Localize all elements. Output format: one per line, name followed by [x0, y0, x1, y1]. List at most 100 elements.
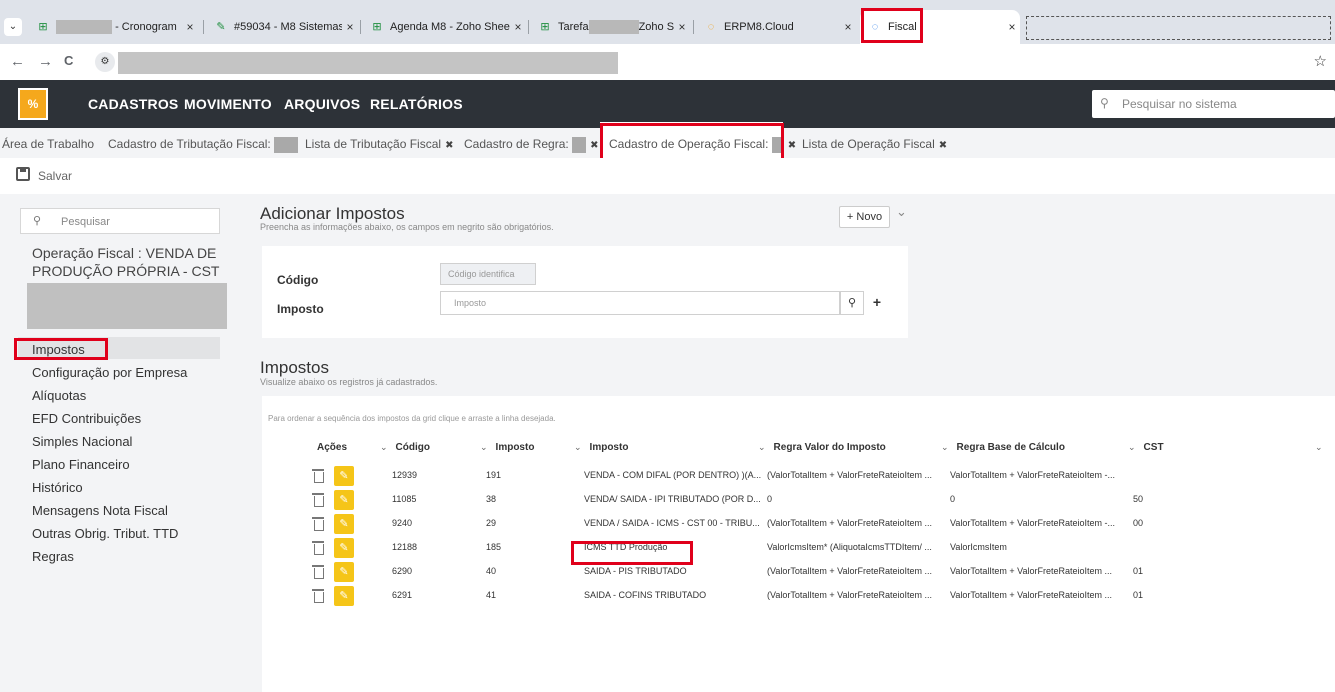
close-icon[interactable]: ×	[840, 20, 856, 34]
grid-hint: Para ordenar a sequência dos impostos da…	[268, 414, 556, 423]
tab-cadastro-tributacao[interactable]: Cadastro de Tributação Fiscal:	[108, 137, 299, 153]
col-more[interactable]: ⌄	[1315, 442, 1331, 453]
forward-icon[interactable]: →	[38, 53, 53, 70]
system-search-input[interactable]: ⚲ Pesquisar no sistema	[1092, 90, 1335, 118]
col-regra-valor[interactable]: ⌄ Regra Valor do Imposto	[758, 442, 886, 453]
browser-tab-m8-sistemas[interactable]: ✎ #59034 - M8 Sistemas ×	[206, 14, 358, 40]
table-row[interactable]: ✎ 6290 40 SAIDA - PIS TRIBUTADO (ValorTo…	[290, 561, 1333, 583]
bookmark-star-icon[interactable]: ☆	[1314, 52, 1327, 70]
app-logo[interactable]: %	[18, 88, 48, 120]
sidebar-item-simples[interactable]: Simples Nacional	[32, 434, 132, 449]
sheet-icon: ⊞	[38, 21, 48, 33]
tab-lista-tributacao[interactable]: Lista de Tributação Fiscal ✖	[305, 137, 453, 151]
chevron-down-icon: ⌄	[758, 442, 766, 452]
col-acoes: Ações	[317, 442, 348, 453]
sidebar-item-aliquotas[interactable]: Alíquotas	[32, 388, 86, 403]
table-row[interactable]: ✎ 12939 191 VENDA - COM DIFAL (POR DENTR…	[290, 465, 1333, 487]
novo-button[interactable]: + Novo	[839, 206, 890, 228]
imposto-input[interactable]: Imposto	[440, 291, 840, 315]
browser-tab-erpm8[interactable]: ◌ ERPM8.Cloud ×	[696, 14, 856, 40]
sidebar-item-impostos[interactable]: Impostos	[32, 342, 85, 357]
browser-tab-agenda[interactable]: ⊞ Agenda M8 - Zoho Sheet ×	[362, 14, 526, 40]
close-icon[interactable]: ×	[674, 20, 690, 34]
reload-icon[interactable]: C	[64, 53, 73, 68]
browser-tab-cronograma[interactable]: ⊞ - Cronogram ×	[28, 14, 198, 40]
browser-tab-fiscal[interactable]: ◌ Fiscal ×	[860, 10, 1020, 44]
table-row[interactable]: ✎ 11085 38 VENDA/ SAIDA - IPI TRIBUTADO …	[290, 489, 1333, 511]
back-icon[interactable]: ←	[10, 53, 25, 70]
close-icon[interactable]: ×	[182, 20, 198, 34]
url-field[interactable]	[118, 52, 618, 74]
table-row[interactable]: ✎ 12188 185 ICMS TTD Produção ValorIcmsI…	[290, 537, 1333, 559]
col-regra-base[interactable]: ⌄ Regra Base de Cálculo	[941, 442, 1065, 453]
browser-tabstrip: ⌄ ⊞ - Cronogram × ✎ #59034 - M8 Sistemas…	[0, 6, 1335, 44]
close-icon[interactable]: ✖	[590, 140, 598, 151]
redacted-block	[27, 283, 227, 329]
chevron-down-icon: ⌄	[1128, 442, 1136, 452]
close-icon[interactable]: ×	[342, 20, 358, 34]
close-icon[interactable]: ×	[510, 20, 526, 34]
sidebar-item-historico[interactable]: Histórico	[32, 480, 83, 495]
sidebar-item-regras[interactable]: Regras	[32, 549, 74, 564]
chevron-down-icon[interactable]: ⌄	[896, 204, 907, 220]
search-icon: ⚲	[1100, 96, 1109, 110]
tab-cadastro-operacao-fiscal[interactable]: Cadastro de Operação Fiscal: ✖	[609, 137, 796, 153]
edit-button[interactable]: ✎	[334, 562, 354, 582]
operation-title: Operação Fiscal : VENDA DE PRODUÇÃO PRÓP…	[32, 245, 220, 279]
codigo-label: Código	[277, 273, 319, 287]
edit-icon: ✎	[216, 21, 226, 33]
edit-button[interactable]: ✎	[334, 538, 354, 558]
close-icon[interactable]: ✖	[445, 140, 453, 151]
add-button[interactable]: +	[866, 291, 888, 315]
tab-cadastro-regra[interactable]: Cadastro de Regra: ✖	[464, 137, 598, 153]
trash-icon[interactable]	[312, 516, 324, 531]
chevron-down-icon: ⌄	[480, 442, 488, 452]
menu-arquivos[interactable]: ARQUIVOS	[284, 96, 360, 112]
edit-button[interactable]: ✎	[334, 586, 354, 606]
edit-button[interactable]: ✎	[334, 466, 354, 486]
form-subtitle: Preencha as informações abaixo, os campo…	[260, 222, 554, 232]
col-codigo[interactable]: ⌄ Código	[380, 442, 430, 453]
close-icon[interactable]: ×	[1004, 20, 1020, 34]
close-icon[interactable]: ✖	[939, 140, 947, 151]
table-row[interactable]: ✎ 9240 29 VENDA / SAIDA - ICMS - CST 00 …	[290, 513, 1333, 535]
site-info-icon[interactable]: ⚙	[95, 52, 115, 72]
codigo-input[interactable]: Código identifica	[440, 263, 536, 285]
chevron-down-icon: ⌄	[1315, 442, 1323, 452]
search-button[interactable]: ⚲	[840, 291, 864, 315]
trash-icon[interactable]	[312, 540, 324, 555]
col-cst[interactable]: ⌄ CST	[1128, 442, 1164, 453]
table-row[interactable]: ✎ 6291 41 SAIDA - COFINS TRIBUTADO (Valo…	[290, 585, 1333, 607]
edit-button[interactable]: ✎	[334, 514, 354, 534]
tab-area-de-trabalho[interactable]: Área de Trabalho	[2, 137, 94, 151]
add-tax-form: Código Código identifica Imposto Imposto…	[262, 246, 908, 338]
sidebar-item-outras-obrig[interactable]: Outras Obrig. Tribut. TTD	[32, 526, 178, 541]
col-imposto-id[interactable]: ⌄ Imposto	[480, 442, 534, 453]
browser-tab-tarefa[interactable]: ⊞ TarefaZoho Sh ×	[530, 14, 690, 40]
sidebar-item-configuracao[interactable]: Configuração por Empresa	[32, 365, 187, 380]
sheet-icon: ⊞	[372, 21, 382, 33]
menu-cadastros[interactable]: CADASTROS	[88, 96, 178, 112]
grid-subtitle: Visualize abaixo os registros já cadastr…	[260, 377, 438, 387]
save-icon[interactable]	[16, 167, 30, 181]
address-bar: ← → C ⚙ ☆	[0, 44, 1335, 80]
close-icon[interactable]: ✖	[788, 140, 796, 151]
save-button[interactable]: Salvar	[38, 169, 72, 183]
edit-button[interactable]: ✎	[334, 490, 354, 510]
trash-icon[interactable]	[312, 564, 324, 579]
sidebar-item-mensagens[interactable]: Mensagens Nota Fiscal	[32, 503, 168, 518]
chevron-down-icon: ⌄	[380, 442, 388, 452]
col-imposto[interactable]: ⌄ Imposto	[574, 442, 628, 453]
tab-search-icon[interactable]: ⌄	[4, 18, 22, 36]
tab-lista-operacao-fiscal[interactable]: Lista de Operação Fiscal ✖	[802, 137, 947, 151]
sidebar-item-efd[interactable]: EFD Contribuições	[32, 411, 141, 426]
sidebar-search-input[interactable]: ⚲ Pesquisar	[20, 208, 220, 234]
sidebar-item-plano[interactable]: Plano Financeiro	[32, 457, 130, 472]
trash-icon[interactable]	[312, 468, 324, 483]
menu-movimento[interactable]: MOVIMENTO	[184, 96, 272, 112]
trash-icon[interactable]	[312, 588, 324, 603]
trash-icon[interactable]	[312, 492, 324, 507]
grid-title: Impostos	[260, 358, 329, 377]
form-title: Adicionar Impostos	[260, 204, 405, 223]
menu-relatorios[interactable]: RELATÓRIOS	[370, 96, 463, 112]
